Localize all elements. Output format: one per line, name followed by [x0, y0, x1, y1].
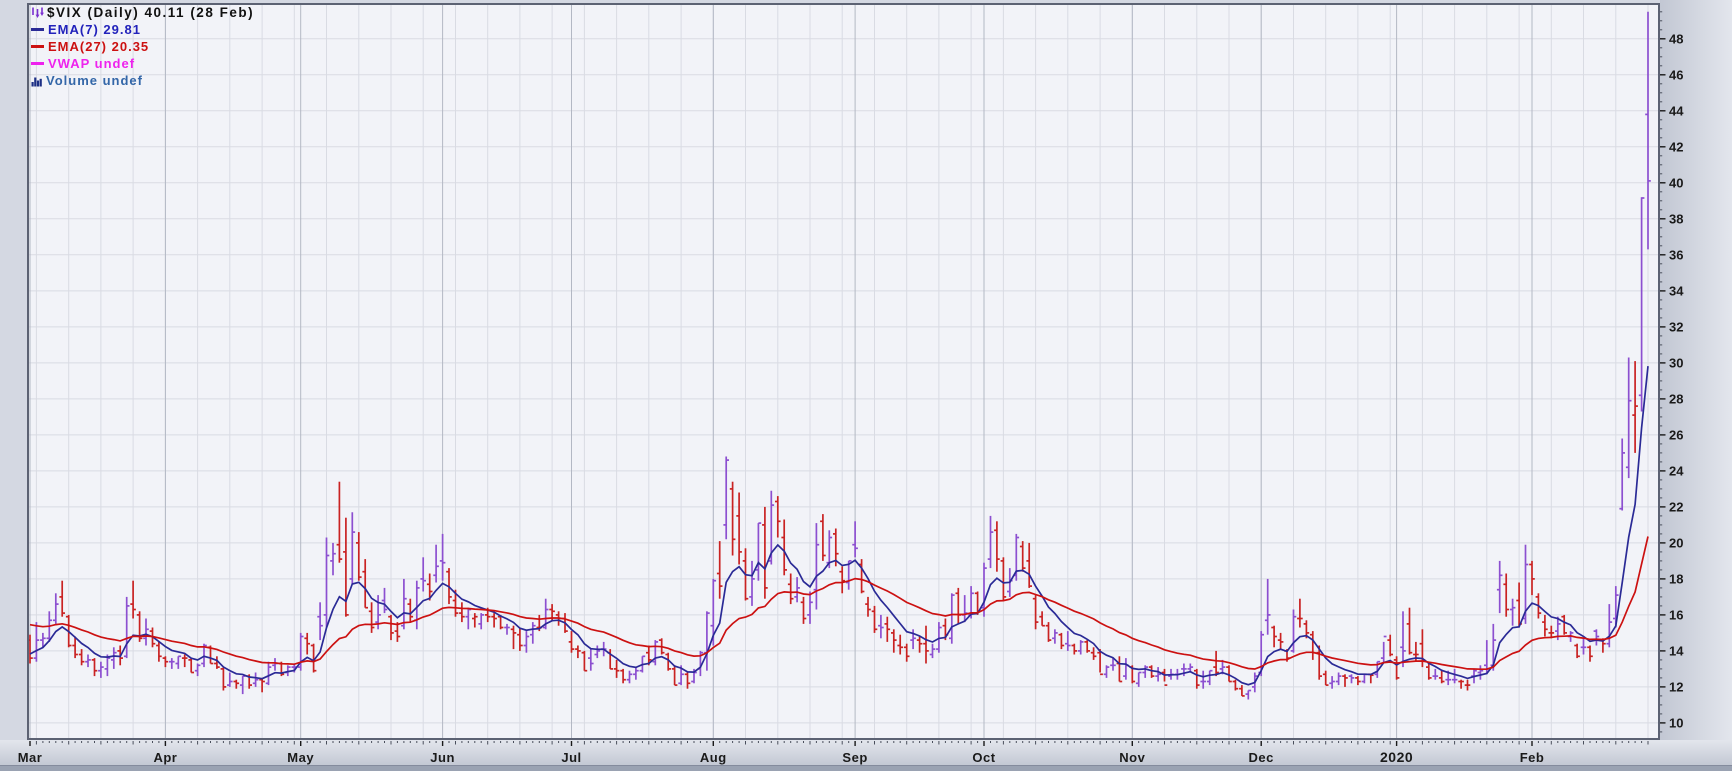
y-axis-label: 44	[1669, 103, 1684, 118]
legend-ema7-row: EMA(7) 29.81	[31, 21, 254, 38]
legend-ema27-row: EMA(27) 20.35	[31, 38, 254, 55]
y-axis-label: 22	[1669, 499, 1683, 514]
y-axis-label: 18	[1669, 571, 1683, 586]
month-label: Aug	[700, 750, 727, 765]
month-label: Dec	[1249, 750, 1274, 765]
y-axis-label: 12	[1669, 679, 1683, 694]
ema27-label: EMA(27) 20.35	[48, 38, 149, 55]
y-axis-label: 28	[1669, 391, 1683, 406]
y-axis-label: 10	[1669, 715, 1683, 730]
vwap-swatch	[31, 62, 44, 65]
y-axis-label: 36	[1669, 247, 1683, 262]
month-label: Jun	[430, 750, 455, 765]
y-axis-label: 46	[1669, 67, 1683, 82]
vwap-label: VWAP undef	[48, 55, 135, 72]
y-axis-label: 34	[1669, 283, 1684, 298]
volume-label: Volume undef	[46, 72, 143, 89]
y-axis: 10 12 14 16 18 20 22 24 26 28 30 32 34 36 38 40 42 44 46 48	[1660, 0, 1732, 740]
y-axis-label: 20	[1669, 535, 1683, 550]
ema7-label: EMA(7) 29.81	[48, 21, 141, 38]
month-label: Sep	[842, 750, 867, 765]
y-axis-label: 14	[1669, 643, 1684, 658]
y-axis-label: 26	[1669, 427, 1683, 442]
chart-legend: $VIX (Daily) 40.11 (28 Feb) EMA(7) 29.81…	[31, 4, 254, 89]
month-label: Nov	[1119, 750, 1145, 765]
month-label: 2020	[1380, 749, 1413, 765]
horizontal-scrollbar[interactable]	[0, 766, 1732, 771]
month-label: Mar	[18, 750, 43, 765]
month-label: May	[287, 750, 314, 765]
ema27-swatch	[31, 45, 44, 48]
month-label: Apr	[153, 750, 177, 765]
month-label: Jul	[561, 750, 581, 765]
y-axis-label: 42	[1669, 139, 1683, 154]
y-axis-label: 30	[1669, 355, 1683, 370]
ema7-swatch	[31, 28, 44, 31]
y-axis-label: 40	[1669, 175, 1683, 190]
chart-title: $VIX (Daily) 40.11 (28 Feb)	[47, 4, 254, 21]
plot-area	[27, 3, 1660, 740]
month-label: Feb	[1520, 750, 1545, 765]
y-axis-label: 32	[1669, 319, 1683, 334]
y-axis-label: 16	[1669, 607, 1683, 622]
stockcharts-vix-chart-page: 10 12 14 16 18 20 22 24 26 28 30 32 34 36 38 40 42 44 46 48…	[0, 0, 1732, 771]
legend-volume-row: Volume undef	[31, 72, 254, 89]
x-axis: Mar Apr May Jun Jul Aug Sep Oct Nov Dec 2020 Feb	[0, 740, 1732, 766]
legend-title-row: $VIX (Daily) 40.11 (28 Feb)	[31, 4, 254, 21]
price-chart-canvas: 10 12 14 16 18 20 22 24 26 28 30 32 34 36 38 40 42 44 46 48…	[0, 0, 1732, 771]
legend-vwap-row: VWAP undef	[31, 55, 254, 72]
volume-bars-icon	[31, 75, 43, 87]
y-axis-label: 38	[1669, 211, 1683, 226]
y-axis-label: 48	[1669, 31, 1683, 46]
month-label: Oct	[972, 750, 995, 765]
y-axis-label: 24	[1669, 463, 1684, 478]
price-bars-icon	[31, 6, 44, 19]
